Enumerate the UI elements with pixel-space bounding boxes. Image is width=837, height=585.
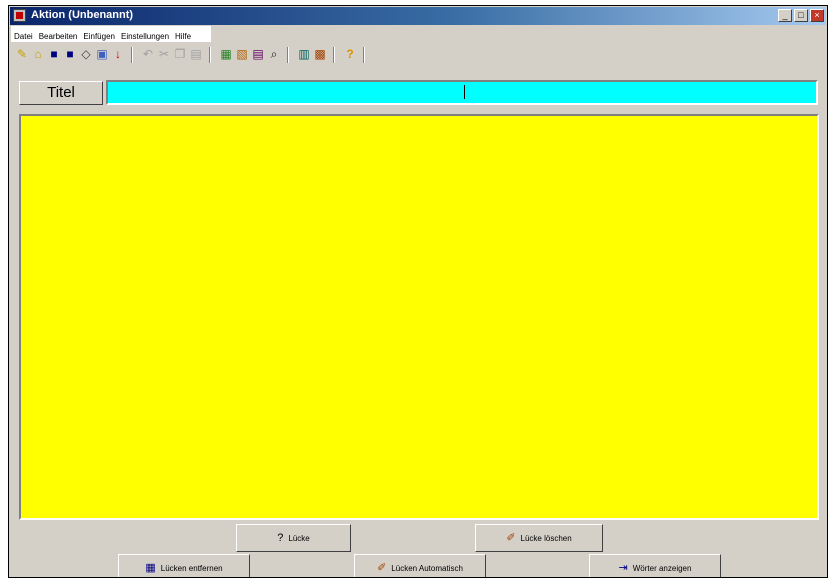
menu-datei[interactable]: Datei <box>11 29 36 45</box>
text-caret <box>464 85 465 99</box>
luecken-entfernen-button[interactable]: ▦ Lücken entfernen <box>118 554 250 577</box>
preview-icon[interactable]: ▥ <box>297 47 311 61</box>
save-icon[interactable]: ■ <box>47 47 61 61</box>
toolbar-separator <box>287 47 289 63</box>
luecken-automatisch-button[interactable]: ✐ Lücken Automatisch <box>354 554 486 577</box>
maximize-button[interactable]: □ <box>794 9 808 22</box>
luecken-entfernen-label: Lücken entfernen <box>160 563 223 573</box>
grid-icon: ▦ <box>145 561 156 574</box>
help-icon[interactable]: ? <box>343 47 357 61</box>
list-arrow-icon: ⇥ <box>618 561 628 574</box>
save-as-icon[interactable]: ■ <box>63 47 77 61</box>
search-icon[interactable]: ⌕ <box>267 47 281 61</box>
eraser-icon[interactable]: ◇ <box>79 47 93 61</box>
cut-icon[interactable]: ✂ <box>157 47 171 61</box>
toolbar: ✎ ⌂ ■ ■ ◇ ▣ ↓ ↶ ✂ ❐ ▤ ▦ ▧ ▤ ⌕ ▥ ▩ ? <box>11 44 825 66</box>
undo-icon[interactable]: ↶ <box>141 47 155 61</box>
copy-icon[interactable]: ❐ <box>173 47 187 61</box>
brush-icon: ✐ <box>506 531 516 544</box>
solution-icon[interactable]: ▧ <box>235 47 249 61</box>
title-bar[interactable]: Aktion (Unbenannt) _ □ × <box>10 7 826 25</box>
marker-icon[interactable]: ↓ <box>111 47 125 61</box>
paste-icon[interactable]: ▤ <box>189 47 203 61</box>
toolbar-separator <box>131 47 133 63</box>
luecke-loeschen-label: Lücke löschen <box>520 533 572 543</box>
woerter-anzeigen-label: Wörter anzeigen <box>632 563 692 573</box>
luecke-loeschen-button[interactable]: ✐ Lücke löschen <box>475 524 603 552</box>
luecke-button[interactable]: ? Lücke <box>236 524 351 552</box>
menu-einstellungen[interactable]: Einstellungen <box>118 29 172 45</box>
toolbar-separator <box>363 47 365 63</box>
wand-icon: ✐ <box>377 561 387 574</box>
title-label: Titel <box>19 81 103 105</box>
app-window: Aktion (Unbenannt) _ □ × Datei Bearbeiten… <box>8 5 828 578</box>
open-icon[interactable]: ⌂ <box>31 47 45 61</box>
toolbar-separator <box>333 47 335 63</box>
color-icon[interactable]: ▩ <box>313 47 327 61</box>
menu-einfuegen[interactable]: Einfügen <box>80 29 118 45</box>
luecken-automatisch-label: Lücken Automatisch <box>391 563 463 573</box>
window-title: Aktion (Unbenannt) <box>31 9 134 21</box>
text-editor-area[interactable] <box>19 114 819 520</box>
luecke-label: Lücke <box>288 533 310 543</box>
print-icon[interactable]: ▣ <box>95 47 109 61</box>
text-icon[interactable]: ▤ <box>251 47 265 61</box>
app-icon <box>13 9 26 22</box>
close-button[interactable]: × <box>810 9 824 22</box>
title-input[interactable] <box>106 80 818 105</box>
menu-hilfe[interactable]: Hilfe <box>172 29 194 45</box>
question-icon: ? <box>277 531 284 544</box>
toolbar-separator <box>209 47 211 63</box>
worksheet-icon[interactable]: ▦ <box>219 47 233 61</box>
minimize-button[interactable]: _ <box>778 9 792 22</box>
menu-bearbeiten[interactable]: Bearbeiten <box>36 29 81 45</box>
menu-bar: Datei Bearbeiten Einfügen Einstellungen Hilf… <box>11 26 211 42</box>
woerter-anzeigen-button[interactable]: ⇥ Wörter anzeigen <box>589 554 721 577</box>
new-icon[interactable]: ✎ <box>15 47 29 61</box>
